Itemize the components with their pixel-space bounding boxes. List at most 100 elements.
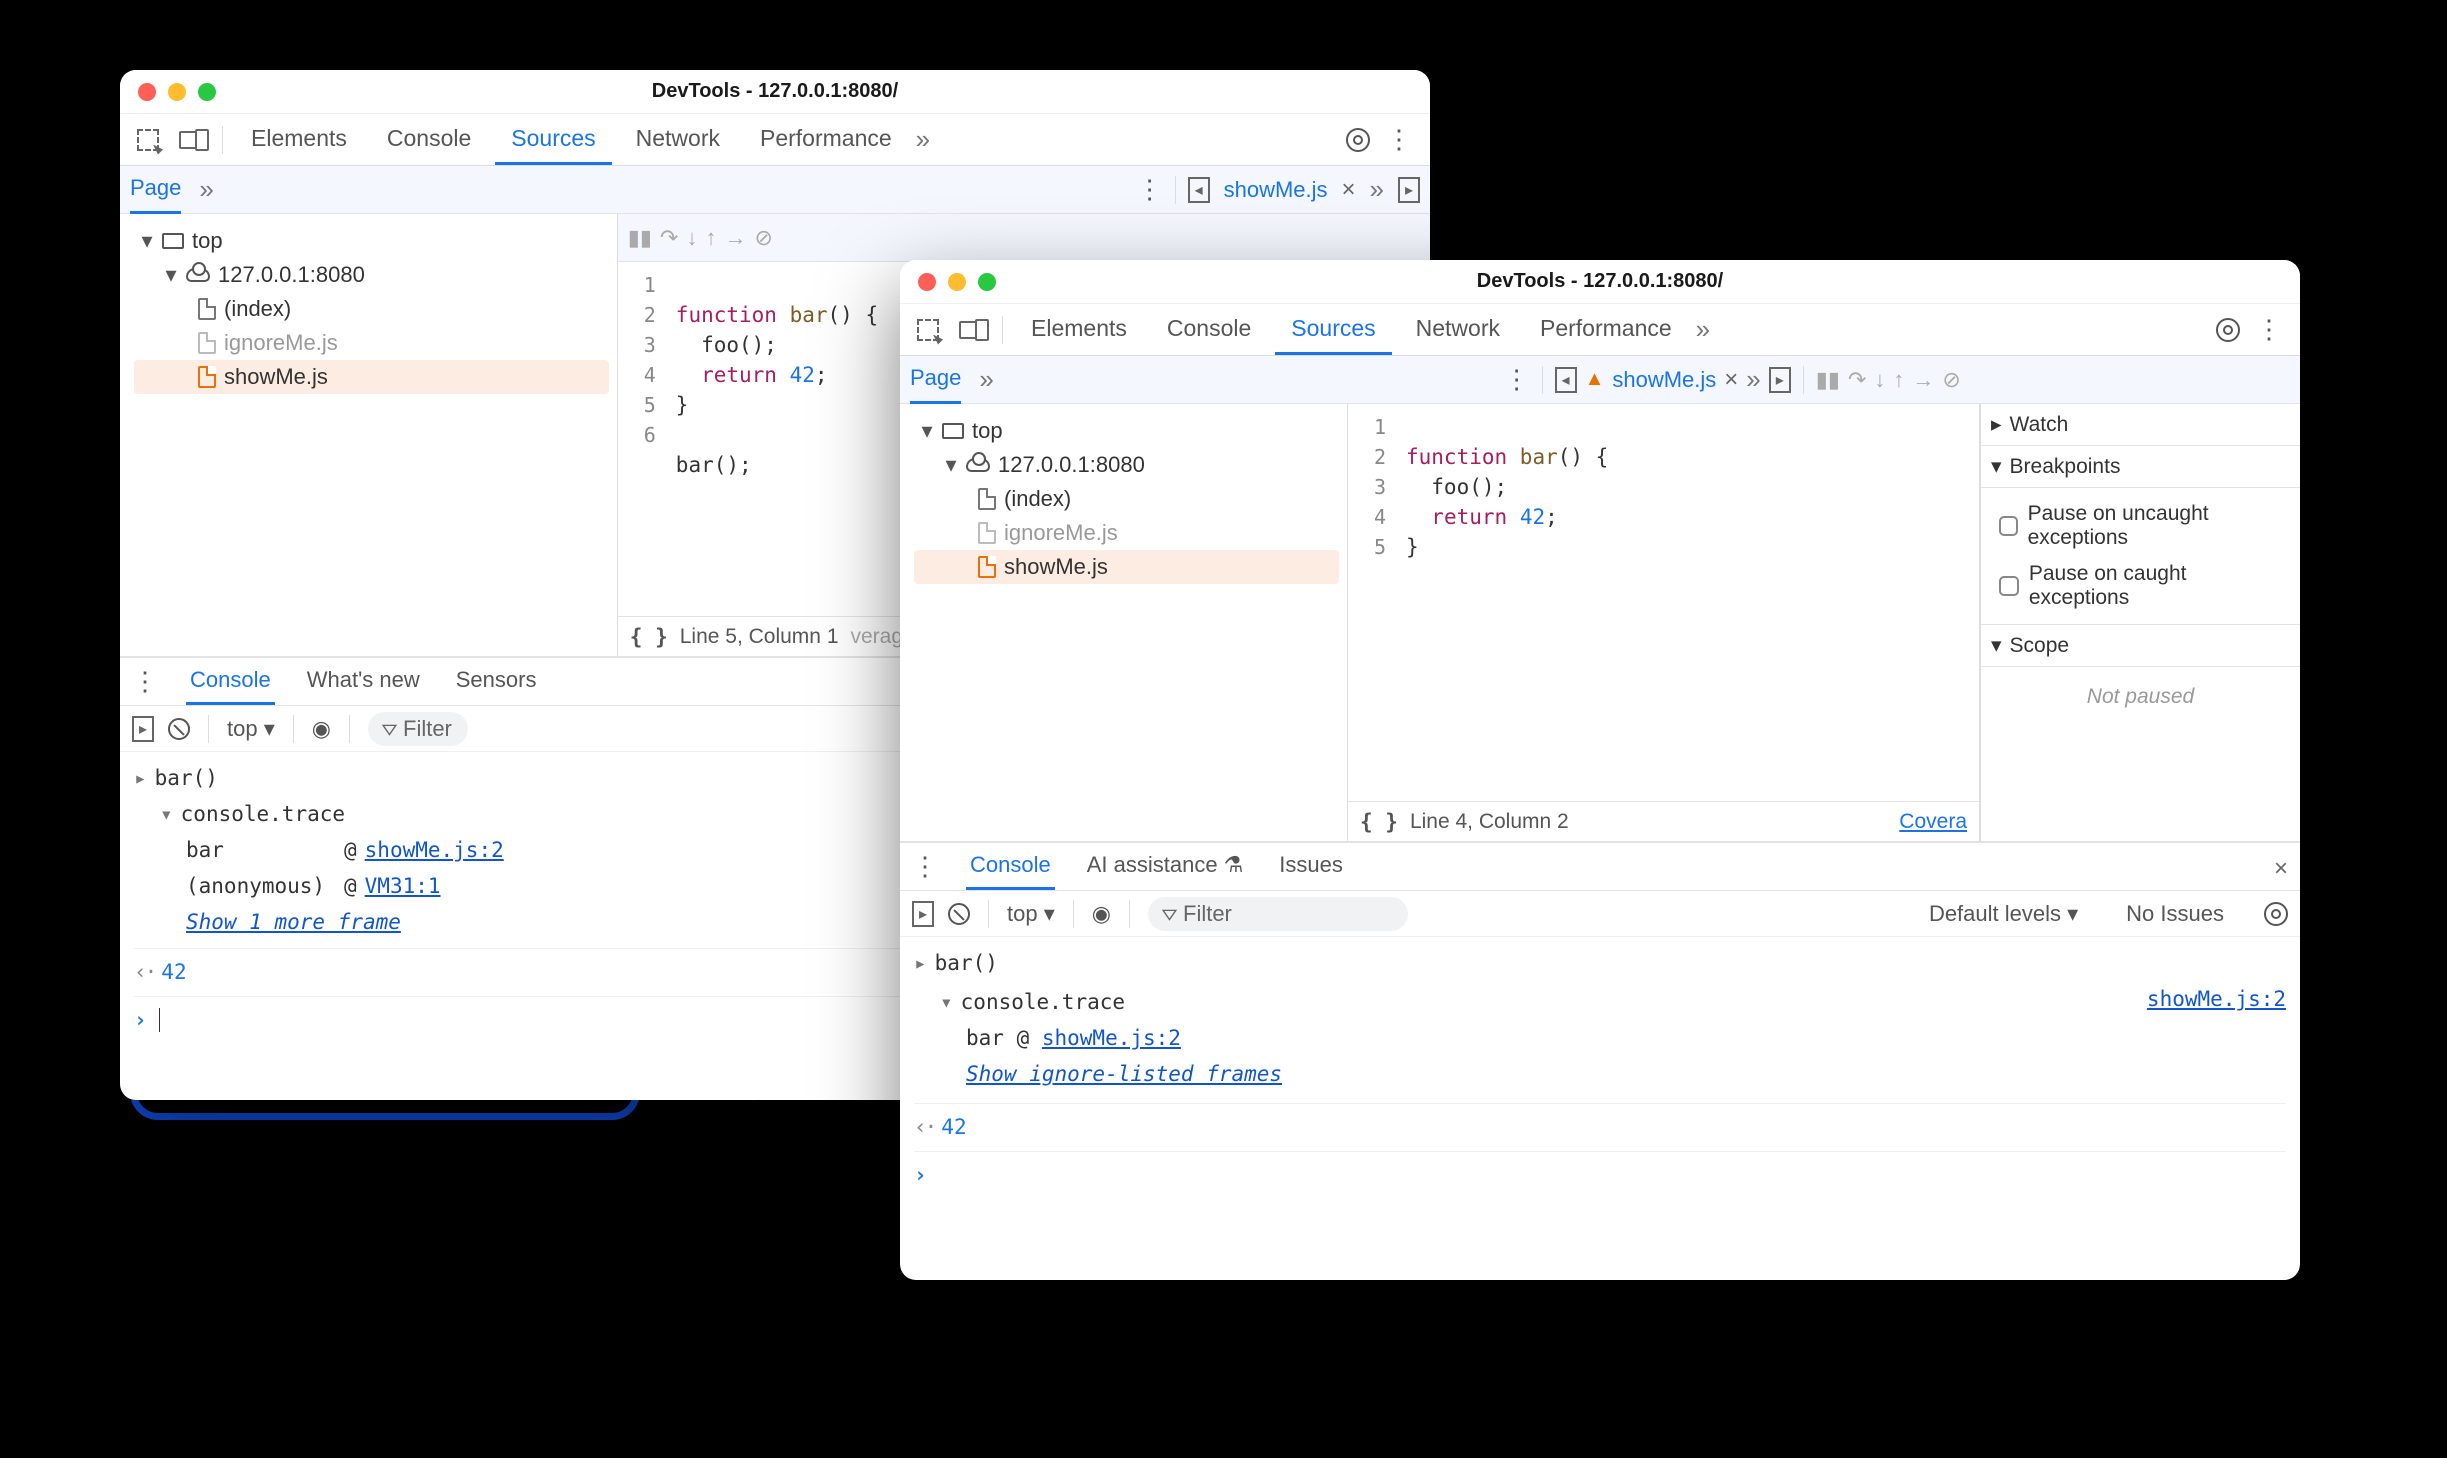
file-tree[interactable]: ▾top ▾127.0.0.1:8080 (index) ignoreMe.js… — [120, 214, 618, 656]
close-icon[interactable] — [918, 273, 936, 291]
drawer-menu-icon[interactable] — [132, 666, 158, 697]
step-into-icon[interactable]: ↓ — [686, 225, 697, 251]
context-selector[interactable]: top ▾ — [227, 716, 275, 742]
tab-console[interactable]: Console — [1151, 304, 1267, 355]
step-icon[interactable]: → — [724, 225, 746, 251]
step-icon[interactable]: → — [1912, 367, 1934, 393]
tab-performance[interactable]: Performance — [744, 114, 908, 165]
kebab-icon[interactable] — [1386, 124, 1412, 155]
drawer-close-icon[interactable] — [2274, 850, 2288, 884]
tab-elements[interactable]: Elements — [235, 114, 363, 165]
more-subtabs-icon[interactable] — [199, 174, 213, 205]
close-icon[interactable] — [138, 83, 156, 101]
nav-right-icon[interactable] — [1398, 177, 1420, 203]
device-icon[interactable] — [174, 131, 210, 149]
console-settings-icon[interactable] — [2264, 902, 2288, 926]
source-link[interactable]: showMe.js:2 — [365, 835, 504, 865]
more-files-icon[interactable] — [1746, 364, 1760, 395]
tab-network[interactable]: Network — [620, 114, 736, 165]
console-output[interactable]: bar() console.trace bar @ showMe.js:2 Sh… — [900, 937, 2300, 1280]
context-selector[interactable]: top ▾ — [1007, 901, 1055, 927]
inspect-icon[interactable] — [130, 129, 166, 151]
deactivate-bp-icon[interactable]: ⊘ — [1942, 367, 1960, 393]
levels-selector[interactable]: Default levels ▾ — [1929, 901, 2078, 927]
device-icon[interactable] — [954, 321, 990, 339]
clear-console-icon[interactable] — [168, 718, 190, 740]
tab-performance[interactable]: Performance — [1524, 304, 1688, 355]
tree-index[interactable]: (index) — [134, 292, 609, 326]
tree-index[interactable]: (index) — [914, 482, 1339, 516]
source-link[interactable]: VM31:1 — [365, 871, 441, 901]
pause-caught-checkbox[interactable]: Pause on caught exceptions — [1991, 556, 2290, 616]
tree-top[interactable]: ▾top — [134, 224, 609, 258]
tab-sources[interactable]: Sources — [1275, 304, 1391, 355]
pretty-print-icon[interactable]: { } — [1360, 810, 1398, 834]
close-tab-icon[interactable] — [1724, 366, 1738, 394]
inspect-icon[interactable] — [910, 319, 946, 341]
source-link[interactable]: showMe.js:2 — [1042, 1026, 1181, 1050]
show-ignore-listed-link[interactable]: Show ignore-listed frames — [966, 1062, 1282, 1086]
clear-console-icon[interactable] — [948, 903, 970, 925]
tab-console[interactable]: Console — [371, 114, 487, 165]
drawer-tab-ai[interactable]: AI assistance ⚗ — [1083, 843, 1248, 890]
pause-icon[interactable]: ▮▮ — [628, 225, 652, 251]
tree-origin[interactable]: ▾127.0.0.1:8080 — [914, 448, 1339, 482]
breakpoints-section[interactable]: ▾Breakpoints — [1981, 446, 2300, 488]
open-file-name[interactable]: showMe.js — [1612, 367, 1716, 393]
subtab-page[interactable]: Page — [130, 175, 181, 214]
caret[interactable] — [159, 1008, 173, 1032]
tree-ignoreme[interactable]: ignoreMe.js — [134, 326, 609, 360]
close-tab-icon[interactable] — [1342, 176, 1356, 204]
sidebar-toggle-icon[interactable] — [912, 901, 934, 927]
sidebar-toggle-icon[interactable] — [132, 716, 154, 742]
drawer-tab-console[interactable]: Console — [186, 658, 275, 705]
gear-icon[interactable] — [1346, 128, 1370, 152]
live-expression-icon[interactable] — [312, 716, 331, 742]
drawer-tab-whatsnew[interactable]: What's new — [303, 658, 424, 705]
source-link-right[interactable]: showMe.js:2 — [2147, 987, 2286, 1011]
step-over-icon[interactable]: ↷ — [1848, 367, 1866, 393]
drawer-menu-icon[interactable] — [912, 851, 938, 882]
drawer-tab-console[interactable]: Console — [966, 843, 1055, 890]
minimize-icon[interactable] — [168, 83, 186, 101]
minimize-icon[interactable] — [948, 273, 966, 291]
file-tree[interactable]: ▾top ▾127.0.0.1:8080 (index) ignoreMe.js… — [900, 404, 1348, 841]
zoom-icon[interactable] — [978, 273, 996, 291]
tree-origin[interactable]: ▾127.0.0.1:8080 — [134, 258, 609, 292]
step-out-icon[interactable]: ↑ — [1893, 367, 1904, 393]
live-expression-icon[interactable] — [1092, 901, 1111, 927]
step-out-icon[interactable]: ↑ — [705, 225, 716, 251]
drawer-tab-issues[interactable]: Issues — [1275, 843, 1347, 890]
nav-left-icon[interactable] — [1188, 177, 1210, 203]
step-over-icon[interactable]: ↷ — [660, 225, 678, 251]
open-file-name[interactable]: showMe.js — [1224, 177, 1328, 203]
page-menu-icon[interactable] — [1504, 364, 1530, 395]
tab-elements[interactable]: Elements — [1015, 304, 1143, 355]
tree-top[interactable]: ▾top — [914, 414, 1339, 448]
drawer-tab-sensors[interactable]: Sensors — [452, 658, 541, 705]
deactivate-bp-icon[interactable]: ⊘ — [754, 225, 772, 251]
kebab-icon[interactable] — [2256, 314, 2282, 345]
nav-right-icon[interactable] — [1769, 367, 1791, 393]
tab-sources[interactable]: Sources — [495, 114, 611, 165]
more-tabs-icon[interactable] — [916, 124, 930, 155]
tree-showme[interactable]: showMe.js — [134, 360, 609, 394]
code-area[interactable]: 12345 function bar() { foo(); return 42;… — [1348, 404, 1979, 801]
page-menu-icon[interactable] — [1137, 174, 1163, 205]
more-subtabs-icon[interactable] — [979, 364, 993, 395]
more-tabs-icon[interactable] — [1696, 314, 1710, 345]
show-more-frames-link[interactable]: Show 1 more frame — [186, 910, 401, 934]
step-into-icon[interactable]: ↓ — [1874, 367, 1885, 393]
coverage-link[interactable]: Covera — [1899, 810, 1967, 834]
watch-section[interactable]: ▸Watch — [1981, 404, 2300, 446]
gear-icon[interactable] — [2216, 318, 2240, 342]
tab-network[interactable]: Network — [1400, 304, 1516, 355]
more-files-icon[interactable] — [1370, 174, 1384, 205]
filter-input[interactable]: Filter — [1148, 897, 1408, 931]
subtab-page[interactable]: Page — [910, 365, 961, 404]
scope-section[interactable]: ▾Scope — [1981, 625, 2300, 667]
nav-left-icon[interactable] — [1555, 367, 1577, 393]
tree-ignoreme[interactable]: ignoreMe.js — [914, 516, 1339, 550]
tree-showme[interactable]: showMe.js — [914, 550, 1339, 584]
pause-uncaught-checkbox[interactable]: Pause on uncaught exceptions — [1991, 496, 2290, 556]
